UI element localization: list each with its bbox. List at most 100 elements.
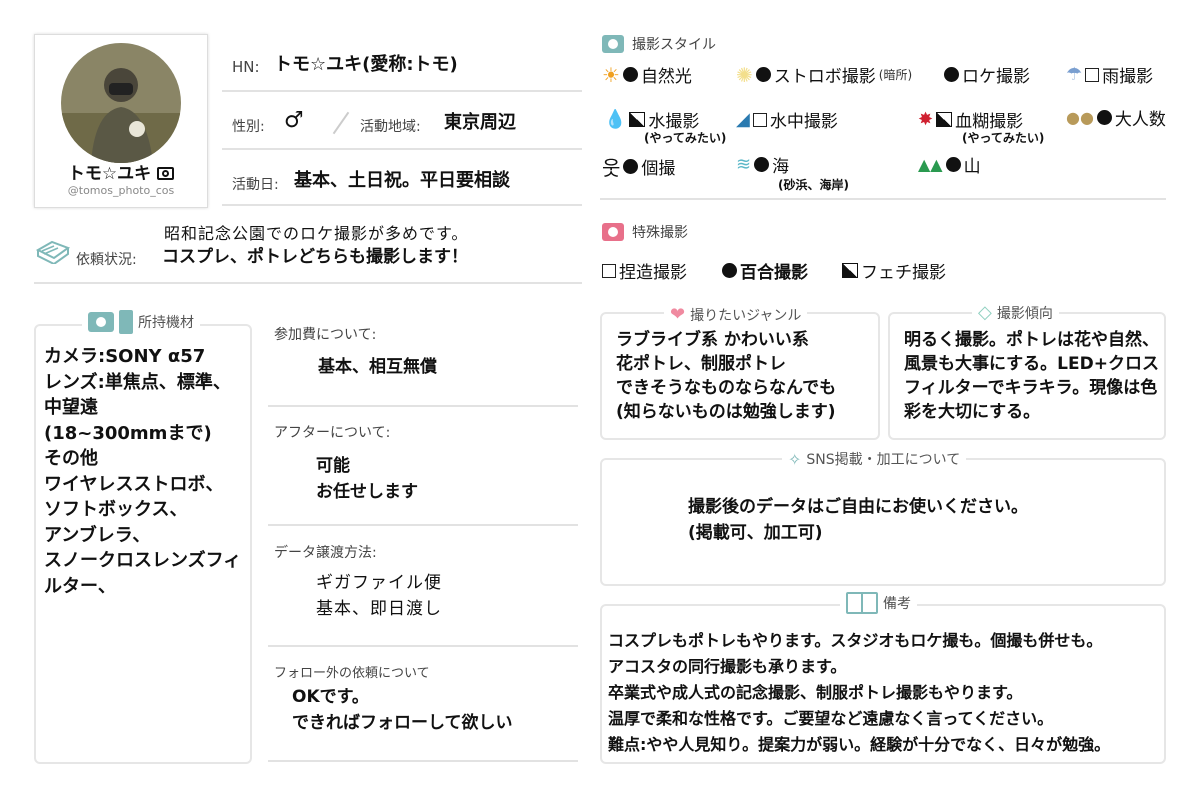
sns-line2: (掲載可、加工可)	[688, 523, 823, 543]
equipment-line: カメラ:SONY α57	[44, 346, 206, 367]
divider	[268, 760, 578, 762]
special-fetish-label: フェチ撮影	[861, 263, 946, 283]
style-rain: ☂ 雨撮影	[1066, 62, 1153, 87]
book-icon	[35, 236, 71, 268]
genre-line: (知らないものは勉強します)	[616, 402, 836, 422]
style-group: ●● 大人数	[1066, 105, 1166, 130]
style-rain-label: 雨撮影	[1102, 67, 1154, 87]
notes-line: 卒業式や成人式の記念撮影、制服ポトレ撮影もやります。	[608, 683, 1023, 702]
divider	[600, 198, 1166, 200]
hn-value: トモ☆ユキ(愛称:トモ)	[274, 54, 458, 75]
wave-icon: ◢	[736, 109, 750, 130]
special-fake-label: 捏造撮影	[619, 263, 687, 283]
mark-dot	[1096, 110, 1112, 125]
tendency-panel: 明るく撮影。ポトレは花や自然、 風景も大事にする。LED+クロス フィルターでキ…	[888, 312, 1166, 440]
after-line2: お任せします	[316, 482, 418, 502]
water-drop-icon: 💧	[604, 109, 627, 130]
divider	[222, 204, 582, 206]
group-icon: ●●	[1066, 108, 1094, 127]
genre-line: できそうなものならなんでも	[616, 378, 837, 398]
mark-square	[602, 263, 616, 278]
tendency-line: フィルターでキラキラ。現像は色	[904, 378, 1158, 398]
notes-panel: コスプレもポトレもやります。スタジオもロケ撮も。個撮も併せも。 アコスタの同行撮…	[600, 604, 1166, 764]
person-icon: 웃	[602, 156, 621, 180]
divider	[222, 148, 582, 150]
special-fake: 捏造撮影	[602, 258, 687, 283]
profile-name: トモ☆ユキ	[67, 164, 152, 184]
special-yuri-label: 百合撮影	[740, 263, 808, 283]
style-mountain: ▲▲ 山	[918, 152, 981, 177]
style-solo-label: 個撮	[641, 159, 676, 179]
style-natural-label: 自然光	[640, 67, 692, 87]
mark-dot	[622, 67, 638, 82]
style-title-text: 撮影スタイル	[632, 37, 716, 53]
notes-line: コスプレもポトレもやります。スタジオもロケ撮も。個撮も併せも。	[608, 631, 1103, 650]
style-group-label: 大人数	[1114, 110, 1166, 130]
genre-panel: ラブライブ系 かわいい系 花ポトレ、制服ポトレ できそうなものならなんでも (知…	[600, 312, 880, 440]
divider	[268, 405, 578, 407]
tendency-title: ◇ 撮影傾向	[972, 302, 1059, 323]
sea-wave-icon: ≋	[736, 154, 752, 175]
genre-title-text: 撮りたいジャンル	[690, 307, 802, 324]
mark-dot	[945, 157, 961, 172]
camera-icon	[157, 167, 175, 180]
genre-list: ラブライブ系 かわいい系 花ポトレ、制服ポトレ できそうなものならなんでも (知…	[616, 328, 836, 424]
tendency-line: 風景も大事にする。LED+クロス	[904, 354, 1159, 374]
photo-name: トモ☆ユキ	[35, 159, 207, 184]
notes-list: コスプレもポトレもやります。スタジオもロケ撮も。個撮も併せも。 アコスタの同行撮…	[608, 628, 1110, 758]
diamond-icon: ◇	[978, 302, 992, 323]
follow-label: フォロー外の依頼について	[274, 666, 430, 681]
flash-icon: ✺	[736, 62, 753, 87]
delivery-line1: ギガファイル便	[316, 573, 442, 593]
style-strobe-label: ストロボ撮影	[773, 67, 876, 87]
follow-line2: できればフォローして欲しい	[292, 713, 513, 733]
style-natural: ☀ 自然光	[602, 62, 692, 88]
area-value: 東京周辺	[444, 112, 516, 133]
notes-line: アコスタの同行撮影も承ります。	[608, 657, 847, 676]
divider	[34, 282, 582, 284]
notes-line: 温厚で柔和な性格です。ご要望など遠慮なく言ってください。	[608, 709, 1054, 728]
sparkle-wand-icon: ✧	[788, 449, 802, 469]
genre-title: ❤ 撮りたいジャンル	[664, 304, 808, 325]
avatar[interactable]	[61, 43, 181, 163]
equipment-title: 所持機材	[82, 310, 200, 334]
hn-label: HN:	[232, 58, 260, 76]
style-title: 撮影スタイル	[602, 34, 716, 54]
splatter-icon: ✸	[918, 109, 934, 130]
style-sea: ≋ 海	[736, 152, 789, 177]
fee-value: 基本、相互無償	[318, 357, 437, 377]
camera-icon	[602, 223, 624, 241]
equipment-title-text: 所持機材	[138, 315, 194, 331]
style-underwater: ◢ 水中撮影	[736, 107, 838, 132]
style-strobe-note: (暗所)	[878, 68, 913, 82]
sns-line1: 撮影後のデータはご自由にお使いください。	[688, 497, 1028, 517]
request-line1: 昭和記念公園でのロケ撮影が多めです。	[164, 224, 469, 243]
style-location: ロケ撮影	[944, 62, 1030, 87]
tendency-line: 彩を大切にする。	[904, 402, 1041, 422]
camera-icon	[602, 35, 624, 53]
profile-handle[interactable]: @tomos_photo_cos	[35, 184, 207, 197]
style-blood-note: (やってみたい)	[962, 131, 1045, 145]
request-label: 依頼状況:	[76, 252, 137, 268]
special-title-text: 特殊撮影	[632, 225, 688, 241]
style-strobe: ✺ ストロボ撮影 (暗所)	[736, 62, 913, 88]
style-sea-label: 海	[772, 157, 790, 177]
area-label: 活動地域:	[360, 119, 421, 135]
divider-slash	[332, 111, 350, 135]
sns-title-text: SNS掲載・加工について	[806, 452, 961, 468]
gender-label: 性別:	[232, 119, 265, 135]
mark-triangle	[629, 112, 646, 127]
tendency-title-text: 撮影傾向	[996, 305, 1053, 322]
mountain-icon: ▲▲	[918, 155, 943, 174]
tendency-list: 明るく撮影。ポトレは花や自然、 風景も大事にする。LED+クロス フィルターでキ…	[904, 328, 1159, 424]
equipment-line: ルター、	[44, 575, 116, 597]
delivery-line2: 基本、即日渡し	[316, 599, 442, 619]
sns-panel: 撮影後のデータはご自由にお使いください。 (掲載可、加工可)	[600, 458, 1166, 586]
after-line1: 可能	[316, 456, 350, 476]
divider	[222, 90, 582, 92]
follow-line1: OKです。	[292, 687, 369, 707]
equipment-line: ワイヤレスストロボ、	[44, 473, 224, 495]
style-sea-note: (砂浜、海岸)	[778, 178, 849, 192]
gender-value: ♂	[284, 108, 304, 133]
equipment-line: ソフトボックス、	[44, 499, 188, 520]
